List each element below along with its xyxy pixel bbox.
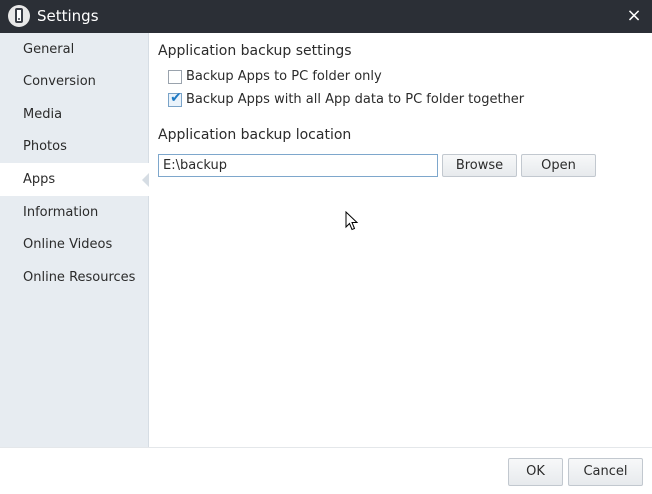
open-button[interactable]: Open xyxy=(521,154,596,177)
backup-settings-title: Application backup settings xyxy=(158,43,352,59)
settings-content: Application backup settings Backup Apps … xyxy=(149,33,652,447)
cancel-button[interactable]: Cancel xyxy=(568,458,643,486)
checkmark-icon: ✔ xyxy=(170,90,182,106)
window-title: Settings xyxy=(37,7,99,25)
backup-with-data-label: Backup Apps with all App data to PC fold… xyxy=(186,92,525,107)
mouse-cursor-icon xyxy=(345,211,359,231)
title-bar: Settings × xyxy=(0,0,652,33)
backup-pc-only-checkbox[interactable] xyxy=(168,70,182,84)
backup-path-input[interactable] xyxy=(158,154,438,177)
sidebar-item-information[interactable]: Information xyxy=(0,196,148,229)
backup-pc-only-label: Backup Apps to PC folder only xyxy=(186,69,382,84)
close-button[interactable]: × xyxy=(624,6,644,26)
sidebar-item-online-resources[interactable]: Online Resources xyxy=(0,261,148,294)
sidebar-item-media[interactable]: Media xyxy=(0,98,148,131)
sidebar-item-conversion[interactable]: Conversion xyxy=(0,65,148,98)
settings-sidebar: General Conversion Media Photos Apps Inf… xyxy=(0,33,149,447)
backup-with-data-checkbox[interactable]: ✔ xyxy=(168,90,182,107)
sidebar-item-apps[interactable]: Apps xyxy=(0,163,149,196)
sidebar-item-general[interactable]: General xyxy=(0,33,148,66)
sidebar-item-online-videos[interactable]: Online Videos xyxy=(0,228,148,261)
ok-button[interactable]: OK xyxy=(508,458,563,486)
sidebar-item-photos[interactable]: Photos xyxy=(0,130,148,163)
browse-button[interactable]: Browse xyxy=(442,154,517,177)
dialog-footer: OK Cancel xyxy=(0,447,652,494)
backup-location-title: Application backup location xyxy=(158,127,352,143)
phone-app-icon xyxy=(8,5,30,27)
